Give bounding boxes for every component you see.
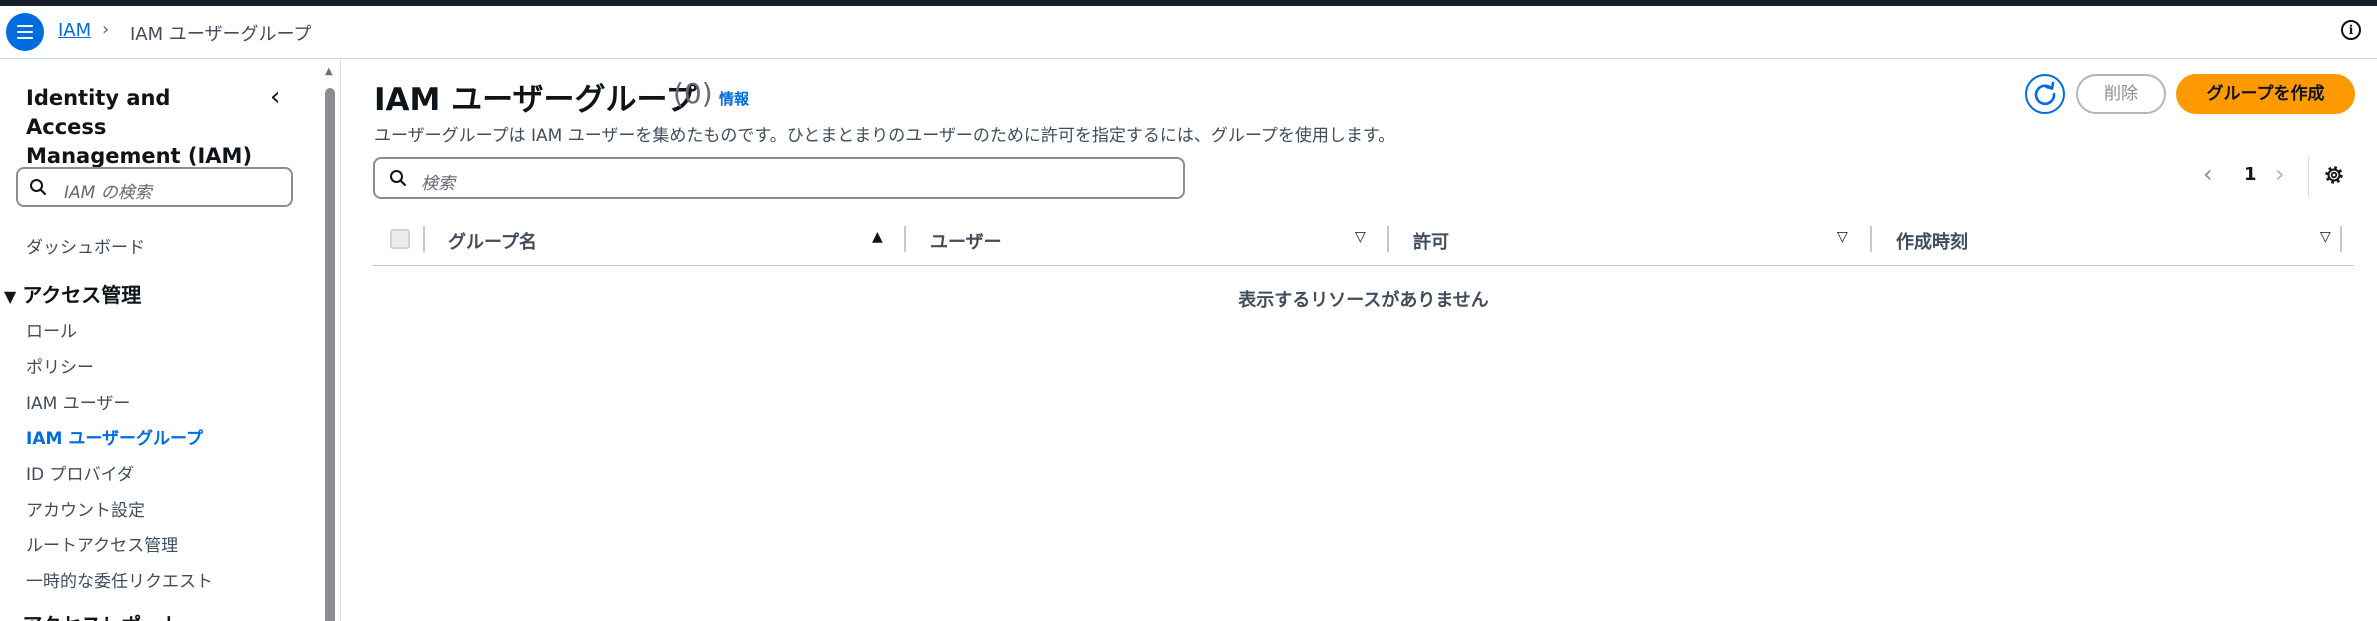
sidebar-section-access-management[interactable]: ▼ アクセス管理 xyxy=(4,279,141,308)
previous-page-icon[interactable]: ‹ xyxy=(2203,160,2213,188)
search-icon xyxy=(30,179,47,196)
sidebar-item-root-access-management[interactable]: ルートアクセス管理 xyxy=(26,531,178,556)
select-all-checkbox[interactable] xyxy=(390,229,410,249)
empty-table-message: 表示するリソースがありません xyxy=(1238,290,1489,311)
sidebar-divider xyxy=(340,60,341,621)
search-icon xyxy=(390,170,407,187)
sidebar-section-access-reports[interactable]: ▼ アクセスレポート xyxy=(4,609,181,621)
breadcrumb-separator-icon: › xyxy=(102,19,110,40)
sidebar-title: Identity and Access Management (IAM) xyxy=(26,86,253,168)
column-header-permissions[interactable]: 許可 xyxy=(1413,228,1449,254)
sidebar-item-account-settings[interactable]: アカウント設定 xyxy=(26,496,145,521)
column-separator[interactable] xyxy=(1387,226,1389,252)
column-separator[interactable] xyxy=(1870,226,1872,252)
create-group-button[interactable]: グループを作成 xyxy=(2176,74,2355,114)
sidebar-search-input[interactable]: IAM の検索 xyxy=(16,167,293,207)
page-description: ユーザーグループは IAM ユーザーを集めたものです。ひとまとまりのユーザーのた… xyxy=(374,126,1396,146)
page-title: IAM ユーザーグループ xyxy=(374,82,697,118)
column-separator xyxy=(423,226,425,252)
column-separator[interactable] xyxy=(2340,226,2342,252)
sort-icon[interactable]: ▽ xyxy=(1355,229,1366,245)
caret-down-icon: ▼ xyxy=(4,287,17,306)
sidebar-section-label: アクセス管理 xyxy=(22,283,142,307)
table-header: グループ名 ▲ ユーザー ▽ 許可 ▽ 作成時刻 ▽ xyxy=(373,222,2354,266)
sort-ascending-icon[interactable]: ▲ xyxy=(872,229,883,245)
group-count: (0) xyxy=(673,77,713,110)
column-header-users[interactable]: ユーザー xyxy=(930,228,1002,254)
next-page-icon[interactable]: › xyxy=(2275,160,2285,188)
sidebar-item-temporary-delegation-requests[interactable]: 一時的な委任リクエスト xyxy=(26,567,213,592)
sidebar-scrollbar[interactable]: ▲ xyxy=(323,60,337,621)
sidebar-item-policies[interactable]: ポリシー xyxy=(26,353,94,378)
refresh-button[interactable] xyxy=(2025,74,2065,114)
sidebar-item-roles[interactable]: ロール xyxy=(26,317,77,342)
refresh-icon xyxy=(2034,81,2056,106)
sidebar-item-iam-user-groups[interactable]: IAM ユーザーグループ xyxy=(26,424,203,449)
search-placeholder: 検索 xyxy=(421,174,455,194)
sidebar-search-placeholder: IAM の検索 xyxy=(64,183,152,203)
sidebar: Identity and Access Management (IAM) ‹ I… xyxy=(0,60,335,621)
sidebar-item-identity-providers[interactable]: ID プロバイダ xyxy=(26,460,134,485)
breadcrumb-bar: IAM › IAM ユーザーグループ i xyxy=(0,6,2377,59)
breadcrumb-current: IAM ユーザーグループ xyxy=(130,24,312,45)
column-separator[interactable] xyxy=(904,226,906,252)
sidebar-section-label: アクセスレポート xyxy=(22,613,181,621)
delete-button[interactable]: 削除 xyxy=(2076,74,2166,114)
search-input[interactable]: 検索 xyxy=(373,157,1185,199)
page-number[interactable]: 1 xyxy=(2244,164,2257,185)
pagination-divider xyxy=(2308,157,2309,197)
scrollbar-thumb[interactable] xyxy=(325,88,335,621)
caret-down-icon: ▼ xyxy=(4,617,16,621)
gear-icon[interactable] xyxy=(2323,164,2345,186)
breadcrumb-iam-link[interactable]: IAM xyxy=(58,20,91,41)
collapse-sidebar-icon[interactable]: ‹ xyxy=(270,82,280,112)
column-header-creation-time[interactable]: 作成時刻 xyxy=(1896,228,1968,254)
sort-icon[interactable]: ▽ xyxy=(1837,229,1848,245)
scroll-up-icon[interactable]: ▲ xyxy=(325,66,333,77)
column-header-group-name[interactable]: グループ名 xyxy=(448,228,537,254)
info-icon[interactable]: i xyxy=(2341,20,2361,40)
menu-icon[interactable] xyxy=(6,13,44,51)
sidebar-item-iam-users[interactable]: IAM ユーザー xyxy=(26,389,130,414)
sidebar-item-dashboard[interactable]: ダッシュボード xyxy=(26,233,145,258)
info-link[interactable]: 情報 xyxy=(719,88,749,109)
sort-icon[interactable]: ▽ xyxy=(2320,229,2331,245)
